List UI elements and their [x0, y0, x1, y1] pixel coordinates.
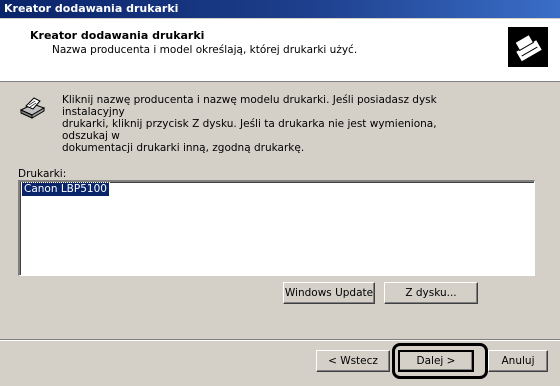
wizard-header: Kreator dodawania drukarki Nazwa produce… — [0, 19, 560, 82]
printer-icon — [18, 92, 46, 120]
instructions-line-3: dokumentacji drukarki inną, zgodną druka… — [62, 142, 305, 154]
instructions-text: Kliknij nazwę producenta i nazwę modelu … — [62, 94, 482, 154]
window-title: Kreator dodawania drukarki — [4, 2, 179, 15]
instructions-line-1: Kliknij nazwę producenta i nazwę modelu … — [62, 94, 437, 118]
have-disk-button[interactable]: Z dysku... — [384, 282, 478, 304]
printers-listbox[interactable]: Canon LBP5100 — [18, 180, 535, 276]
footer-divider — [0, 339, 560, 341]
printers-label: Drukarki: — [18, 168, 67, 180]
instructions-line-2: drukarki, kliknij przycisk Z dysku. Jeśl… — [62, 118, 437, 142]
window-title-bar[interactable]: Kreator dodawania drukarki — [0, 0, 560, 18]
header-title: Kreator dodawania drukarki — [30, 29, 205, 42]
printer-wizard-icon — [508, 27, 548, 67]
back-button[interactable]: < Wstecz — [316, 350, 390, 372]
next-button[interactable]: Dalej > — [398, 350, 474, 372]
header-subtitle: Nazwa producenta i model określają, któr… — [52, 44, 358, 56]
cancel-button[interactable]: Anuluj — [488, 350, 548, 372]
windows-update-button[interactable]: Windows Update — [283, 282, 375, 304]
list-item[interactable]: Canon LBP5100 — [21, 182, 110, 197]
